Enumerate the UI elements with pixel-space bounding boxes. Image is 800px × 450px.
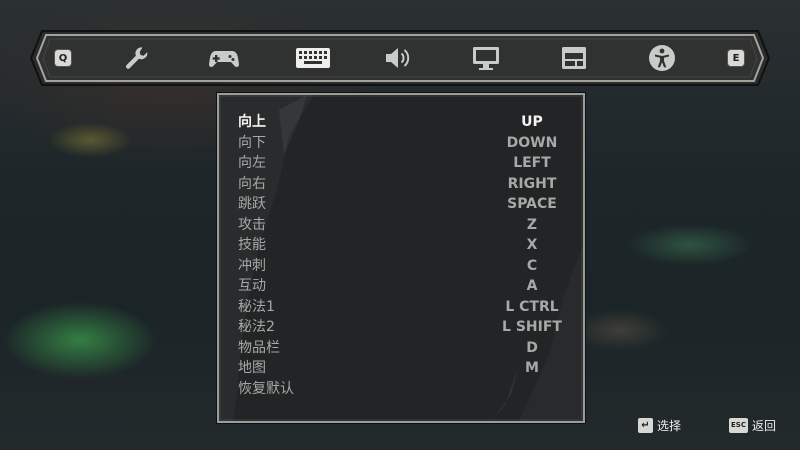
key-label: LEFT xyxy=(513,155,551,171)
binding-row-jump[interactable]: 跳跃 SPACE xyxy=(219,194,583,215)
action-label: 冲刺 xyxy=(238,257,266,274)
key-bindings-panel: 向上 UP 向下 DOWN 向左 LEFT 向右 RIGHT 跳跃 SPACE … xyxy=(217,93,585,423)
confirm-label: 选择 xyxy=(657,418,682,433)
restore-defaults-button[interactable]: 恢复默认 xyxy=(219,379,583,400)
esc-key-icon: ESC xyxy=(729,417,748,433)
action-label: 攻击 xyxy=(238,216,266,233)
accessibility-icon xyxy=(649,45,675,71)
key-label: D xyxy=(526,339,538,356)
back-label: 返回 xyxy=(751,418,776,433)
key-label: L CTRL xyxy=(505,298,559,315)
action-label: 向左 xyxy=(238,155,266,171)
key-label: DOWN xyxy=(506,134,558,151)
action-label: 跳跃 xyxy=(238,196,266,212)
next-tab-key-hint[interactable]: E xyxy=(728,50,744,66)
key-label: C xyxy=(526,257,538,274)
binding-row-arcana-1[interactable]: 秘法1 L CTRL xyxy=(219,297,583,318)
binding-row-map[interactable]: 地图 M xyxy=(219,358,583,379)
action-label: 技能 xyxy=(238,237,266,253)
binding-row-attack[interactable]: 攻击 Z xyxy=(219,215,583,236)
key-label: SPACE xyxy=(507,196,557,212)
tab-general[interactable] xyxy=(120,42,152,74)
monitor-icon xyxy=(473,47,499,70)
action-label: 互动 xyxy=(238,278,266,294)
speaker-icon xyxy=(386,48,410,68)
binding-row-skill[interactable]: 技能 X xyxy=(219,235,583,256)
binding-row-up[interactable]: 向上 UP xyxy=(219,112,583,133)
binding-row-down[interactable]: 向下 DOWN xyxy=(219,133,583,154)
key-label: M xyxy=(525,360,539,376)
action-label: 向上 xyxy=(238,114,266,130)
back-hint[interactable]: ESC 返回 xyxy=(729,416,776,434)
binding-row-right[interactable]: 向右 RIGHT xyxy=(219,174,583,195)
game-background: Q E 向上 UP 向下 DOWN 向左 LEFT 向右 RIGHT 跳跃 SP… xyxy=(0,0,800,450)
action-label: 向右 xyxy=(238,175,266,192)
tab-interface[interactable] xyxy=(558,42,590,74)
key-label: UP xyxy=(521,114,543,130)
prev-tab-key-hint[interactable]: Q xyxy=(55,50,71,66)
confirm-hint[interactable]: ↵ 选择 xyxy=(638,416,681,434)
keyboard-icon xyxy=(296,48,330,68)
bindings-list: 向上 UP 向下 DOWN 向左 LEFT 向右 RIGHT 跳跃 SPACE … xyxy=(219,112,583,399)
action-label: 向下 xyxy=(238,134,266,151)
binding-row-left[interactable]: 向左 LEFT xyxy=(219,153,583,174)
key-label: Z xyxy=(526,216,538,233)
tab-controller[interactable] xyxy=(208,42,240,74)
action-label: 物品栏 xyxy=(238,339,280,356)
enter-key-icon: ↵ xyxy=(638,417,653,433)
tab-keyboard[interactable] xyxy=(295,42,331,74)
tab-display[interactable] xyxy=(470,42,502,74)
key-label: RIGHT xyxy=(507,175,557,192)
action-label: 秘法1 xyxy=(238,298,275,315)
key-label: X xyxy=(526,237,538,253)
gamepad-icon xyxy=(208,51,240,67)
action-label: 恢复默认 xyxy=(238,380,294,397)
key-label: A xyxy=(526,278,538,294)
wrench-icon xyxy=(125,47,148,69)
window-icon xyxy=(562,47,586,69)
binding-row-interact[interactable]: 互动 A xyxy=(219,276,583,297)
binding-row-inventory[interactable]: 物品栏 D xyxy=(219,338,583,359)
binding-row-arcana-2[interactable]: 秘法2 L SHIFT xyxy=(219,317,583,338)
settings-tab-bar: Q E xyxy=(30,30,770,86)
binding-row-dash[interactable]: 冲刺 C xyxy=(219,256,583,277)
tab-accessibility[interactable] xyxy=(646,42,678,74)
action-label: 地图 xyxy=(238,360,266,376)
key-label: L SHIFT xyxy=(502,319,562,335)
tab-audio[interactable] xyxy=(382,42,414,74)
action-label: 秘法2 xyxy=(238,319,275,335)
